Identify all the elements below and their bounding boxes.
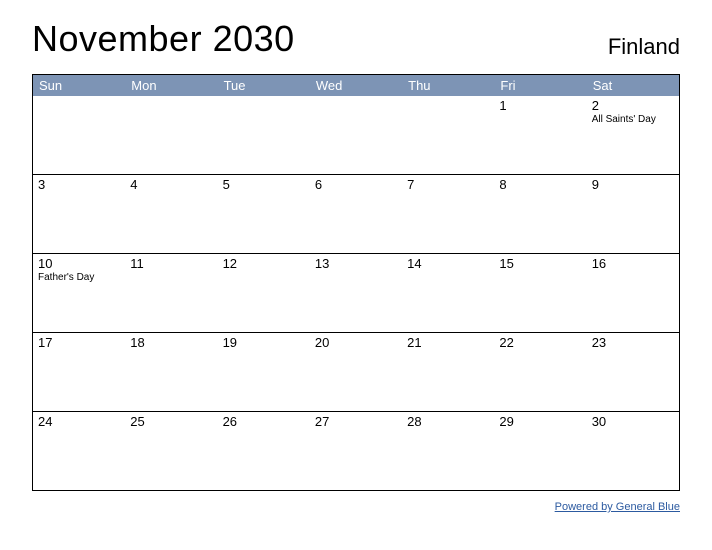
day-event: All Saints' Day bbox=[592, 114, 674, 126]
day-cell: 16 bbox=[587, 254, 679, 332]
day-cell bbox=[402, 96, 494, 174]
dow-mon: Mon bbox=[125, 75, 217, 96]
day-cell: 29 bbox=[494, 412, 586, 490]
day-cell bbox=[33, 96, 125, 174]
day-cell: 11 bbox=[125, 254, 217, 332]
day-number: 12 bbox=[223, 256, 305, 271]
day-number: 16 bbox=[592, 256, 674, 271]
day-number: 19 bbox=[223, 335, 305, 350]
day-number: 10 bbox=[38, 256, 120, 271]
day-cell: 1 bbox=[494, 96, 586, 174]
week-row: 24 25 26 27 28 29 30 bbox=[33, 411, 679, 490]
day-cell: 27 bbox=[310, 412, 402, 490]
day-number: 29 bbox=[499, 414, 581, 429]
day-cell bbox=[310, 96, 402, 174]
day-cell bbox=[125, 96, 217, 174]
day-cell: 2All Saints' Day bbox=[587, 96, 679, 174]
day-number: 20 bbox=[315, 335, 397, 350]
day-number: 9 bbox=[592, 177, 674, 192]
day-number: 2 bbox=[592, 98, 674, 113]
day-cell: 19 bbox=[218, 333, 310, 411]
week-row: 12All Saints' Day bbox=[33, 96, 679, 174]
day-cell: 13 bbox=[310, 254, 402, 332]
dow-sat: Sat bbox=[587, 75, 679, 96]
day-cell: 17 bbox=[33, 333, 125, 411]
day-number: 26 bbox=[223, 414, 305, 429]
day-cell: 8 bbox=[494, 175, 586, 253]
powered-by-link[interactable]: Powered by General Blue bbox=[555, 501, 680, 513]
day-number: 21 bbox=[407, 335, 489, 350]
day-cell: 25 bbox=[125, 412, 217, 490]
day-number: 1 bbox=[499, 98, 581, 113]
calendar-header: November 2030 Finland bbox=[32, 18, 680, 60]
day-cell bbox=[218, 96, 310, 174]
day-number: 5 bbox=[223, 177, 305, 192]
day-number: 28 bbox=[407, 414, 489, 429]
dow-fri: Fri bbox=[494, 75, 586, 96]
day-number: 13 bbox=[315, 256, 397, 271]
day-cell: 4 bbox=[125, 175, 217, 253]
day-cell: 20 bbox=[310, 333, 402, 411]
dow-tue: Tue bbox=[218, 75, 310, 96]
day-cell: 22 bbox=[494, 333, 586, 411]
day-number: 17 bbox=[38, 335, 120, 350]
day-number: 6 bbox=[315, 177, 397, 192]
day-cell: 24 bbox=[33, 412, 125, 490]
week-row: 17 18 19 20 21 22 23 bbox=[33, 332, 679, 411]
day-number: 18 bbox=[130, 335, 212, 350]
day-cell: 5 bbox=[218, 175, 310, 253]
day-cell: 9 bbox=[587, 175, 679, 253]
day-number: 11 bbox=[130, 256, 212, 271]
day-number: 24 bbox=[38, 414, 120, 429]
day-number: 14 bbox=[407, 256, 489, 271]
dow-sun: Sun bbox=[33, 75, 125, 96]
day-cell: 23 bbox=[587, 333, 679, 411]
day-cell: 12 bbox=[218, 254, 310, 332]
day-number: 7 bbox=[407, 177, 489, 192]
day-cell: 26 bbox=[218, 412, 310, 490]
day-number: 27 bbox=[315, 414, 397, 429]
week-row: 10Father's Day 11 12 13 14 15 16 bbox=[33, 253, 679, 332]
day-cell: 28 bbox=[402, 412, 494, 490]
day-cell: 7 bbox=[402, 175, 494, 253]
day-number: 8 bbox=[499, 177, 581, 192]
day-number: 15 bbox=[499, 256, 581, 271]
day-cell: 6 bbox=[310, 175, 402, 253]
day-number: 4 bbox=[130, 177, 212, 192]
dow-thu: Thu bbox=[402, 75, 494, 96]
day-number: 22 bbox=[499, 335, 581, 350]
day-cell: 15 bbox=[494, 254, 586, 332]
day-cell: 30 bbox=[587, 412, 679, 490]
day-number: 3 bbox=[38, 177, 120, 192]
country-label: Finland bbox=[608, 34, 680, 60]
day-cell: 21 bbox=[402, 333, 494, 411]
day-cell: 14 bbox=[402, 254, 494, 332]
calendar-grid: Sun Mon Tue Wed Thu Fri Sat 12All Saints… bbox=[32, 74, 680, 491]
day-cell: 10Father's Day bbox=[33, 254, 125, 332]
day-cell: 3 bbox=[33, 175, 125, 253]
week-row: 3456789 bbox=[33, 174, 679, 253]
dow-wed: Wed bbox=[310, 75, 402, 96]
day-number: 30 bbox=[592, 414, 674, 429]
day-number: 25 bbox=[130, 414, 212, 429]
calendar-footer: Powered by General Blue bbox=[32, 497, 680, 515]
day-of-week-header: Sun Mon Tue Wed Thu Fri Sat bbox=[33, 75, 679, 96]
day-number: 23 bbox=[592, 335, 674, 350]
month-year-title: November 2030 bbox=[32, 18, 295, 60]
day-event: Father's Day bbox=[38, 272, 120, 284]
day-cell: 18 bbox=[125, 333, 217, 411]
